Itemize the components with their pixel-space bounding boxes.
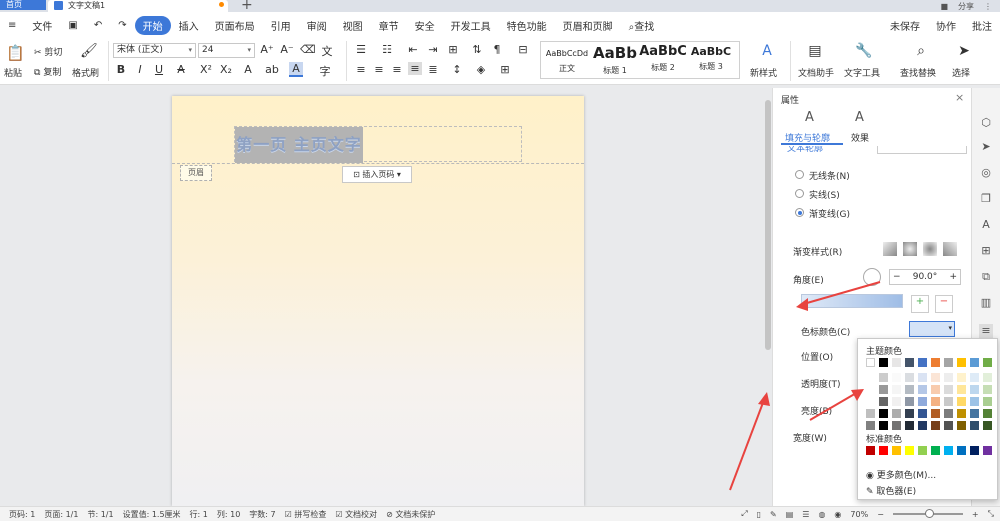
page-view-icon[interactable]: ▤ — [786, 510, 794, 519]
status-setting[interactable]: 设置值: 1.5厘米 — [123, 509, 181, 520]
doc-protect-label: 文档未保护 — [395, 509, 436, 519]
web-view-icon[interactable]: ◍ — [818, 510, 825, 519]
zoom-out-icon[interactable]: − — [877, 510, 884, 519]
arrow-line — [809, 391, 859, 421]
arrow-head — [796, 298, 808, 311]
status-section[interactable]: 节: 1/1 — [87, 509, 113, 520]
doc-proof[interactable]: ☑ 文档校对 — [335, 509, 377, 520]
write-mode-icon[interactable]: ✎ — [770, 510, 777, 519]
arrow-line — [729, 399, 765, 491]
zoom-in-icon[interactable]: + — [972, 510, 979, 519]
fullscreen-icon[interactable]: ⤢ — [741, 509, 747, 519]
status-pages[interactable]: 页面: 1/1 — [44, 509, 78, 520]
status-page[interactable]: 页码: 1 — [9, 509, 35, 520]
unprotected-icon: ⊘ — [386, 509, 393, 519]
zoom-level[interactable]: 70% — [850, 510, 868, 519]
outline-view-icon[interactable]: ☰ — [802, 510, 809, 519]
status-row[interactable]: 行: 1 — [190, 509, 208, 520]
spell-check[interactable]: ☑ 拼写检查 — [285, 509, 327, 520]
zoom-slider[interactable] — [892, 509, 963, 518]
arrow-head — [758, 392, 770, 406]
fit-icon[interactable]: ⤡ — [988, 509, 994, 519]
eye-icon[interactable]: ◉ — [834, 510, 841, 519]
zoom-slider-thumb[interactable] — [924, 509, 934, 518]
spell-check-label: 拼写检查 — [294, 509, 327, 519]
check-icon: ☑ — [284, 509, 292, 519]
proof-icon: ☑ — [335, 509, 343, 519]
status-bar: 页码: 1 页面: 1/1 节: 1/1 设置值: 1.5厘米 行: 1 列: … — [0, 506, 1000, 521]
doc-proof-label: 文档校对 — [345, 509, 378, 519]
annotation-arrows — [729, 281, 881, 491]
status-words[interactable]: 字数: 7 — [249, 509, 275, 520]
arrow-line — [799, 281, 881, 306]
read-mode-icon[interactable]: ▯ — [757, 510, 761, 519]
status-col[interactable]: 列: 10 — [217, 509, 240, 520]
doc-protect[interactable]: ⊘ 文档未保护 — [386, 509, 435, 520]
